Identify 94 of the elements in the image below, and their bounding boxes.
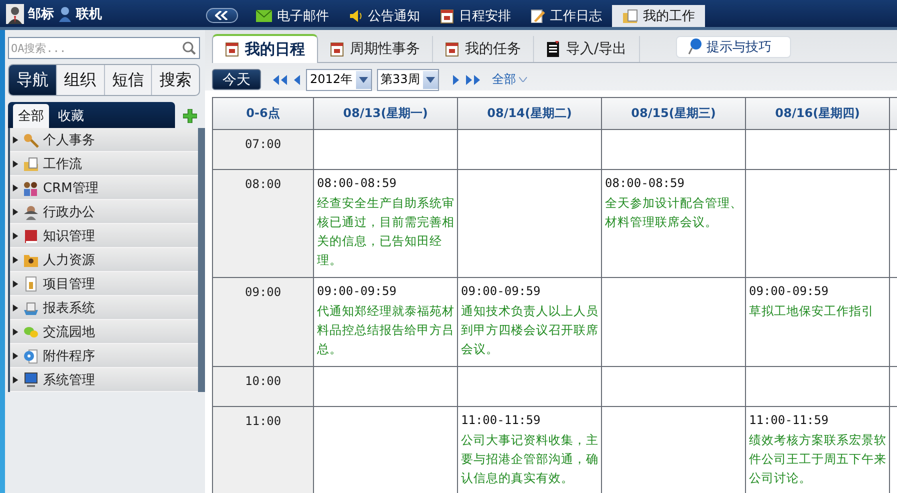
sidebar-tab[interactable]: 短信 (104, 65, 152, 95)
column-header: 08/13(星期一) (314, 98, 458, 130)
year-select[interactable]: 2012年 (306, 68, 372, 91)
event-time: 08:00-08:59 (317, 174, 398, 191)
column-header: 08/14(星期二) (458, 98, 602, 130)
pencil-icon (531, 9, 545, 23)
document-icon (23, 276, 39, 292)
add-icon[interactable] (183, 109, 197, 123)
nav-menu-item[interactable]: 项目管理 (10, 272, 198, 296)
clipboard-icon (546, 40, 560, 57)
event-text[interactable]: 通知技术负责人以上人员到甲方四楼会议召开联席会议。 (461, 302, 599, 359)
person-icon (23, 204, 39, 220)
search-field[interactable]: OA搜索... (8, 37, 200, 59)
hour-cell: 11:00 (213, 406, 314, 493)
tips-button[interactable]: 提示与技巧 (676, 36, 791, 58)
nav-menu-item[interactable]: CRM管理 (10, 176, 198, 200)
nav-menu-item[interactable]: 附件程序 (10, 344, 198, 368)
nav-menu-item[interactable]: 系统管理 (10, 368, 198, 392)
event-time: 11:00-11:59 (461, 412, 542, 428)
filter-dropdown[interactable]: 全部 (492, 71, 527, 88)
nav-menu-item[interactable]: 知识管理 (10, 224, 198, 248)
next-button[interactable] (452, 72, 460, 87)
envelope-icon (256, 10, 272, 22)
event-time: 09:00-09:59 (317, 282, 398, 299)
column-header: 0-6点 (213, 98, 314, 130)
previous-button[interactable] (293, 72, 301, 87)
list-tab[interactable]: 全部 (13, 104, 49, 128)
disc-icon (23, 348, 39, 364)
nav-menu-item[interactable]: 人力资源 (10, 248, 198, 272)
nav-menu-item[interactable]: 个人事务 (10, 128, 198, 152)
calendar-icon (225, 41, 239, 58)
people-icon (23, 180, 39, 196)
calendar-icon (330, 40, 344, 57)
event-time: 11:00-11:59 (749, 412, 830, 428)
sidebar-tab[interactable]: 导航 (9, 65, 56, 95)
tray-icon (23, 300, 39, 316)
nav-menu-item[interactable]: 行政办公 (10, 200, 198, 224)
event-text[interactable]: 代通知郑经理就泰福苑材料品控总结报告给甲方吕总。 (317, 302, 455, 359)
view-tab[interactable]: 我的日程 (212, 34, 318, 63)
speaker-icon (349, 9, 363, 23)
sidebar-tab[interactable]: 组织 (56, 65, 104, 95)
collapse-button[interactable] (206, 8, 238, 23)
week-select[interactable]: 第33周 (376, 68, 439, 91)
online-status: 联机 (76, 6, 102, 22)
hour-cell: 07:00 (213, 130, 314, 170)
view-tab[interactable]: 导入/导出 (534, 36, 640, 62)
event-time: 09:00-09:59 (461, 282, 542, 299)
event-text[interactable]: 草拟工地保安工作指引 (749, 302, 887, 321)
view-tab[interactable]: 我的任务 (433, 36, 534, 62)
first-page-icon (272, 72, 288, 87)
event-text[interactable]: 全天参加设计配合管理、材料管理联席会议。 (605, 194, 743, 232)
monitor-icon (23, 372, 39, 388)
event-text[interactable]: 绩效考核方案联系宏景软件公司王工于周五下午来公司讨论。 (749, 430, 887, 488)
event-time: 08:00-08:59 (605, 174, 686, 191)
nav-tab[interactable]: 工作日志 (521, 5, 612, 27)
caret-icon (518, 77, 527, 82)
nav-menu-item[interactable]: 交流园地 (10, 320, 198, 344)
user-name: 邹标 (28, 6, 54, 22)
event-text[interactable]: 公司大事记资料收集，主要与招港企管部沟通，确认信息的真实有效。 (461, 430, 599, 488)
hour-cell: 08:00 (213, 170, 314, 278)
sidebar-tab[interactable]: 搜索 (151, 65, 199, 95)
person-icon (58, 6, 72, 22)
event-time: 09:00-09:59 (749, 282, 830, 299)
calendar-icon (445, 40, 459, 57)
column-header: 08/16(星期四) (746, 98, 890, 130)
list-tab[interactable]: 收藏 (53, 104, 89, 128)
folder-icon (622, 8, 638, 24)
dropdown-icon (358, 76, 368, 83)
folder-icon (23, 156, 39, 172)
nav-tab[interactable]: 公告通知 (339, 5, 430, 27)
hour-cell: 10:00 (213, 366, 314, 407)
nav-tab[interactable]: 我的工作 (612, 5, 705, 27)
user-avatar-icon (6, 4, 24, 24)
key-icon (23, 132, 39, 148)
search-icon (182, 41, 196, 55)
nav-tab[interactable]: 日程安排 (430, 5, 521, 27)
dropdown-icon (426, 76, 435, 83)
nav-menu-item[interactable]: 报表系统 (10, 296, 198, 320)
pin-icon (686, 38, 703, 56)
last-page-button[interactable] (464, 72, 481, 87)
last-page-icon (464, 72, 481, 87)
book-icon (23, 228, 39, 244)
column-header: 08/15(星期三) (602, 98, 746, 130)
next-icon (452, 72, 460, 87)
nav-menu-item[interactable]: 工作流 (10, 152, 198, 176)
view-tab[interactable]: 周期性事务 (318, 36, 433, 62)
hour-cell: 09:00 (213, 278, 314, 367)
nav-tab[interactable]: 电子邮件 (246, 5, 339, 27)
event-text[interactable]: 经查安全生产自助系统审核已通过，目前需完善相关的信息，已告知田经理。 (317, 194, 455, 270)
today-button[interactable]: 今天 (212, 69, 261, 90)
first-page-button[interactable] (272, 72, 288, 87)
calendar-icon (440, 8, 454, 24)
double-chevron-icon (215, 11, 229, 20)
previous-icon (293, 72, 301, 87)
